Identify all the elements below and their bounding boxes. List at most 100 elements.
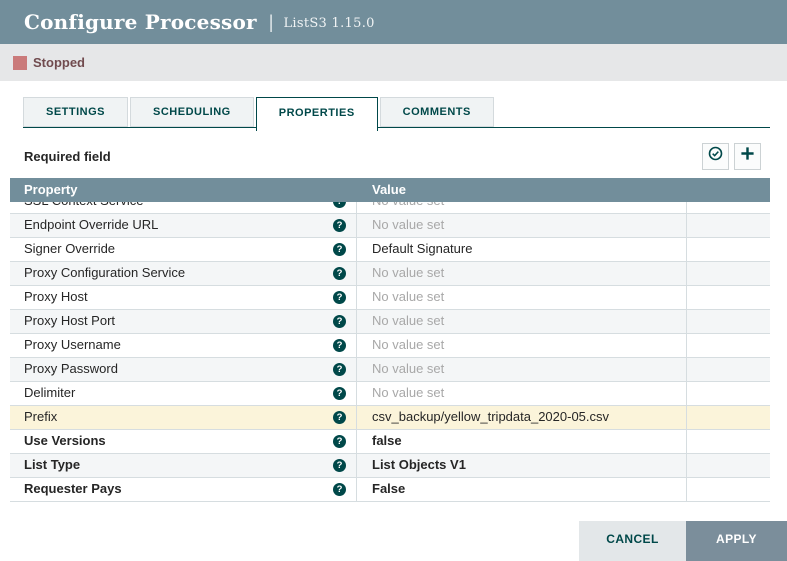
- help-icon[interactable]: ?: [333, 202, 346, 208]
- status-label: Stopped: [33, 55, 85, 70]
- plus-icon: [740, 146, 755, 166]
- property-value-cell[interactable]: No value set: [357, 286, 687, 309]
- cancel-button[interactable]: CANCEL: [579, 521, 686, 561]
- property-name-cell: Proxy Password ?: [10, 358, 357, 381]
- title-separator: |: [269, 12, 274, 33]
- property-value: No value set: [372, 202, 444, 208]
- property-name: SSL Context Service: [24, 202, 143, 208]
- tab-settings[interactable]: SETTINGS: [23, 97, 128, 127]
- tab-comments[interactable]: COMMENTS: [380, 97, 494, 127]
- tab-comments-label: COMMENTS: [403, 106, 471, 118]
- property-name-cell: SSL Context Service ?: [10, 202, 357, 213]
- tab-scheduling-label: SCHEDULING: [153, 106, 231, 118]
- properties-toolbar: Required field: [24, 142, 761, 170]
- help-icon[interactable]: ?: [333, 267, 346, 280]
- property-name-cell: Proxy Host ?: [10, 286, 357, 309]
- help-icon[interactable]: ?: [333, 219, 346, 232]
- property-value-cell[interactable]: No value set: [357, 262, 687, 285]
- property-value-cell[interactable]: False: [357, 478, 687, 501]
- toolbar-buttons: [702, 143, 761, 170]
- row-trailing-cell: [687, 430, 770, 453]
- help-icon[interactable]: ?: [333, 363, 346, 376]
- row-trailing-cell: [687, 286, 770, 309]
- property-row[interactable]: Proxy Password ? No value set: [10, 358, 770, 382]
- new-property-button[interactable]: [734, 143, 761, 170]
- help-icon[interactable]: ?: [333, 339, 346, 352]
- property-value-cell[interactable]: false: [357, 430, 687, 453]
- row-trailing-cell: [687, 478, 770, 501]
- property-name-cell: Proxy Configuration Service ?: [10, 262, 357, 285]
- property-name: Proxy Password: [24, 361, 118, 376]
- property-value-cell[interactable]: Default Signature: [357, 238, 687, 261]
- property-name-cell: Use Versions ?: [10, 430, 357, 453]
- property-value-cell[interactable]: No value set: [357, 202, 687, 213]
- property-name: Proxy Host Port: [24, 313, 115, 328]
- required-field-label: Required field: [24, 149, 111, 164]
- property-value-cell[interactable]: List Objects V1: [357, 454, 687, 477]
- row-trailing-cell: [687, 238, 770, 261]
- dialog-header: Configure Processor | ListS3 1.15.0: [0, 0, 787, 44]
- property-row[interactable]: Proxy Host Port ? No value set: [10, 310, 770, 334]
- property-name: Endpoint Override URL: [24, 217, 158, 232]
- tab-properties[interactable]: PROPERTIES: [256, 97, 378, 131]
- property-value-cell[interactable]: csv_backup/yellow_tripdata_2020-05.csv: [357, 406, 687, 429]
- help-icon[interactable]: ?: [333, 387, 346, 400]
- property-row[interactable]: Proxy Host ? No value set: [10, 286, 770, 310]
- property-value: No value set: [372, 361, 444, 376]
- property-value-cell[interactable]: No value set: [357, 214, 687, 237]
- property-name: Proxy Username: [24, 337, 121, 352]
- stopped-status-icon: [13, 56, 27, 70]
- properties-table: Property Value SSL Context Service ? No …: [10, 178, 770, 502]
- property-row[interactable]: Endpoint Override URL ? No value set: [10, 214, 770, 238]
- property-row[interactable]: Proxy Configuration Service ? No value s…: [10, 262, 770, 286]
- row-trailing-cell: [687, 406, 770, 429]
- property-value-cell[interactable]: No value set: [357, 310, 687, 333]
- property-value-cell[interactable]: No value set: [357, 382, 687, 405]
- table-rows: SSL Context Service ? No value set Endpo…: [10, 202, 770, 502]
- property-name-cell: Delimiter ?: [10, 382, 357, 405]
- property-value-cell[interactable]: No value set: [357, 358, 687, 381]
- tab-scheduling[interactable]: SCHEDULING: [130, 97, 254, 127]
- tab-settings-label: SETTINGS: [46, 106, 105, 118]
- row-trailing-cell: [687, 202, 770, 213]
- property-value: false: [372, 433, 402, 448]
- help-icon[interactable]: ?: [333, 411, 346, 424]
- property-name: List Type: [24, 457, 80, 472]
- property-row[interactable]: SSL Context Service ? No value set: [10, 202, 770, 214]
- property-value: Default Signature: [372, 241, 472, 256]
- status-bar: Stopped: [0, 44, 787, 81]
- property-value: No value set: [372, 289, 444, 304]
- dialog-footer: CANCEL APPLY: [0, 521, 787, 561]
- help-icon[interactable]: ?: [333, 243, 346, 256]
- row-trailing-cell: [687, 214, 770, 237]
- property-name: Delimiter: [24, 385, 75, 400]
- table-header: Property Value: [10, 178, 770, 202]
- property-name-cell: Requester Pays ?: [10, 478, 357, 501]
- processor-name-version: ListS3 1.15.0: [283, 16, 374, 31]
- property-name: Proxy Host: [24, 289, 88, 304]
- property-row[interactable]: Prefix ? csv_backup/yellow_tripdata_2020…: [10, 406, 770, 430]
- property-row[interactable]: Signer Override ? Default Signature: [10, 238, 770, 262]
- property-value: False: [372, 481, 405, 496]
- property-row[interactable]: Delimiter ? No value set: [10, 382, 770, 406]
- property-name-cell: Proxy Username ?: [10, 334, 357, 357]
- property-name: Requester Pays: [24, 481, 122, 496]
- tab-bar: SETTINGS SCHEDULING PROPERTIES COMMENTS: [0, 97, 787, 131]
- property-value: No value set: [372, 217, 444, 232]
- property-row[interactable]: Use Versions ? false: [10, 430, 770, 454]
- help-icon[interactable]: ?: [333, 435, 346, 448]
- property-name: Signer Override: [24, 241, 115, 256]
- help-icon[interactable]: ?: [333, 291, 346, 304]
- property-row[interactable]: Requester Pays ? False: [10, 478, 770, 502]
- property-row[interactable]: Proxy Username ? No value set: [10, 334, 770, 358]
- property-row[interactable]: List Type ? List Objects V1: [10, 454, 770, 478]
- help-icon[interactable]: ?: [333, 315, 346, 328]
- help-icon[interactable]: ?: [333, 483, 346, 496]
- row-trailing-cell: [687, 358, 770, 381]
- verify-properties-button[interactable]: [702, 143, 729, 170]
- help-icon[interactable]: ?: [333, 459, 346, 472]
- property-name: Proxy Configuration Service: [24, 265, 185, 280]
- property-value-cell[interactable]: No value set: [357, 334, 687, 357]
- apply-button[interactable]: APPLY: [686, 521, 787, 561]
- property-name-cell: Proxy Host Port ?: [10, 310, 357, 333]
